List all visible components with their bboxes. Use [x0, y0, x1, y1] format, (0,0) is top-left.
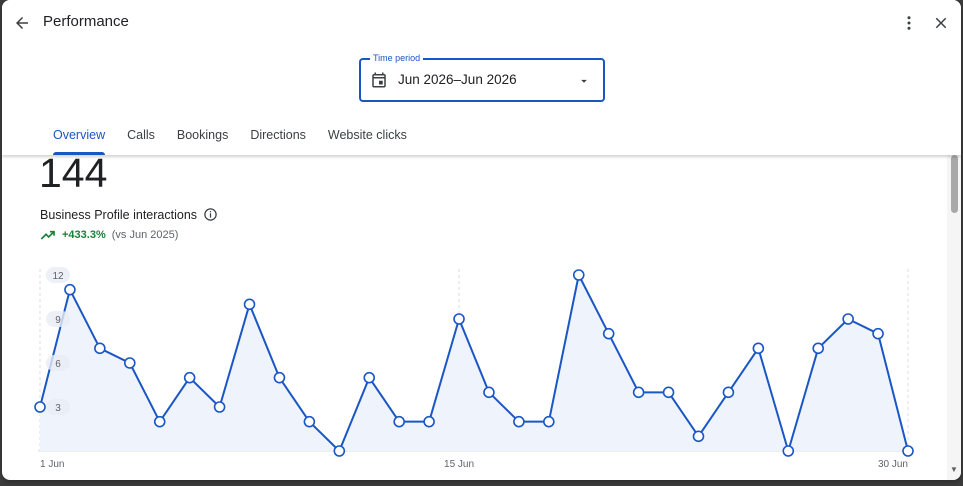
data-point [153, 415, 166, 428]
y-tick-label: 12 [52, 271, 64, 282]
y-tick-label: 9 [55, 315, 61, 326]
data-point [692, 430, 705, 443]
overview-content: 144 Business Profile interactions +433.3… [2, 150, 961, 480]
dialog-header: Performance Time period Jun 2026–Jun 202… [2, 0, 961, 155]
time-period-value: Jun 2026–Jun 2026 [398, 72, 517, 87]
interactions-chart: 3 6 9 12 1 Jun 15 Jun 30 Jun [34, 267, 914, 470]
data-point [393, 415, 405, 428]
more-vert-icon [907, 16, 911, 30]
data-point [363, 371, 376, 384]
calendar-icon [372, 72, 386, 88]
data-point [123, 357, 136, 369]
scrollbar-thumb[interactable] [951, 155, 958, 213]
dialog-title: Performance [43, 13, 129, 30]
tab-directions[interactable]: Directions [239, 120, 317, 155]
tab-calls[interactable]: Calls [116, 120, 166, 155]
data-point [243, 298, 256, 311]
data-point [752, 342, 765, 355]
y-tick-label: 3 [55, 403, 61, 414]
tab-website-clicks[interactable]: Website clicks [317, 120, 418, 155]
data-point [632, 386, 645, 399]
performance-dialog: Performance Time period Jun 2026–Jun 202… [2, 0, 961, 480]
time-period-select[interactable]: Time period Jun 2026–Jun 2026 [359, 52, 605, 102]
data-point [842, 313, 854, 325]
scrollbar[interactable]: ▼ [947, 155, 961, 480]
tab-bar: Overview Calls Bookings Directions Websi… [42, 120, 418, 155]
series-area [40, 275, 908, 451]
data-point [273, 371, 286, 384]
x-tick-label: 15 Jun [444, 459, 474, 470]
data-point [64, 283, 76, 296]
data-point [572, 269, 585, 281]
close-icon [935, 17, 947, 29]
tab-bookings[interactable]: Bookings [166, 120, 239, 155]
data-point [602, 327, 615, 340]
data-point [872, 327, 884, 340]
data-point [543, 415, 555, 428]
data-point [812, 342, 825, 355]
tab-overview[interactable]: Overview [42, 120, 116, 155]
dropdown-arrow-icon [581, 79, 587, 83]
more-options-button[interactable] [899, 12, 919, 34]
back-button[interactable] [11, 12, 33, 34]
data-point [483, 386, 495, 399]
data-point [453, 313, 465, 325]
x-tick-label: 1 Jun [40, 459, 64, 470]
time-period-label: Time period [370, 52, 424, 64]
y-tick-label: 6 [55, 359, 61, 370]
data-point [722, 386, 735, 399]
data-point [662, 386, 675, 399]
arrow-back-icon [16, 17, 28, 29]
data-point [183, 371, 196, 384]
data-point [213, 401, 226, 413]
data-point [333, 445, 346, 457]
data-point [34, 401, 46, 413]
data-point [94, 342, 106, 355]
x-tick-label: 30 Jun [878, 459, 908, 470]
data-point [303, 415, 316, 428]
data-point [513, 415, 525, 428]
data-point [423, 415, 435, 428]
close-button[interactable] [930, 12, 952, 34]
scroll-down-arrow-icon[interactable]: ▼ [950, 465, 958, 474]
data-point [902, 445, 914, 457]
data-point [782, 445, 795, 457]
